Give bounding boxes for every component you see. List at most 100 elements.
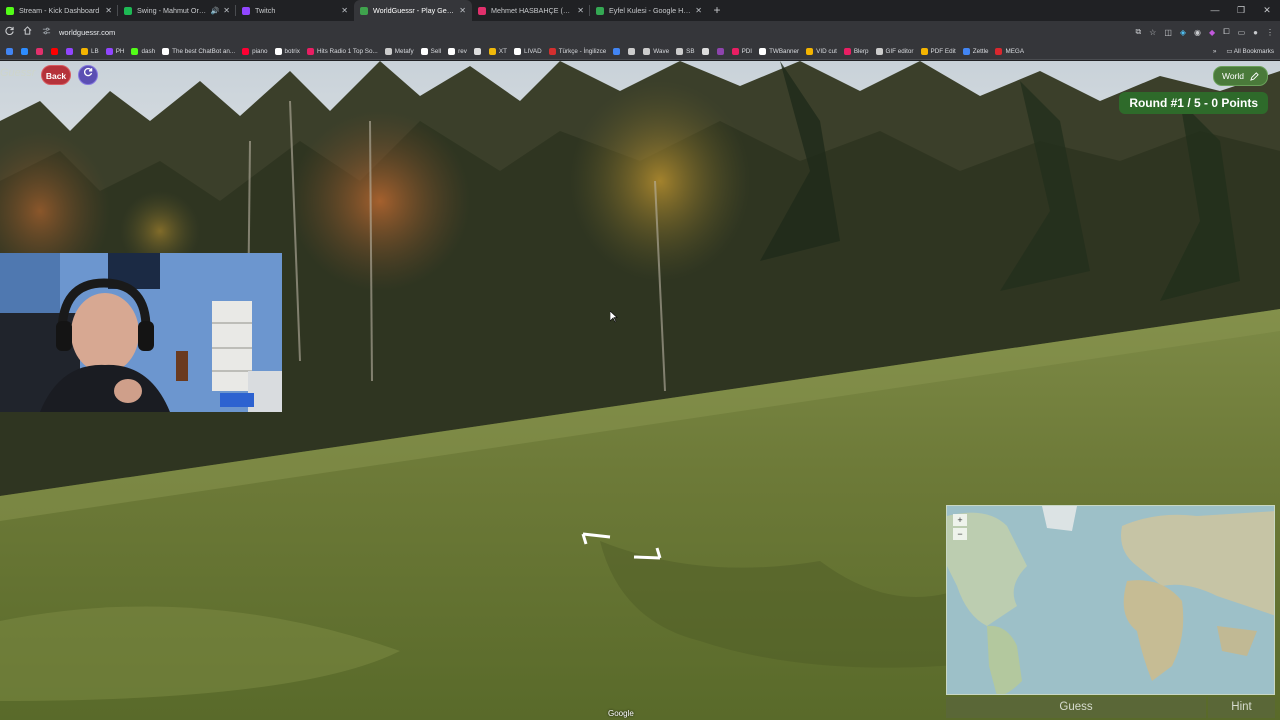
bookmark-favicon-icon: [66, 47, 73, 55]
bookmark-item[interactable]: [628, 47, 638, 55]
bookmark-item[interactable]: PH: [105, 47, 124, 55]
map-selector[interactable]: World: [1212, 66, 1268, 86]
bookmark-item[interactable]: [66, 47, 76, 55]
extension-icon[interactable]: ◈: [1180, 28, 1186, 37]
browser-tab[interactable]: WorldGuessr - Play Geoguessr ✕: [354, 0, 472, 21]
folder-icon: ▭: [1226, 48, 1233, 55]
tab-title: Swing - Mahmut Orhan Re: [137, 6, 208, 15]
extension-icon[interactable]: ◉: [1194, 28, 1201, 37]
bookmark-favicon-icon: [643, 47, 651, 55]
world-map: [947, 506, 1274, 694]
bookmark-item[interactable]: [473, 47, 484, 55]
bookmark-item[interactable]: Zettle: [962, 47, 988, 55]
home-icon[interactable]: [18, 26, 36, 38]
tab-close-button[interactable]: ✕: [577, 6, 584, 15]
bookmark-star-icon[interactable]: ☆: [1149, 28, 1156, 37]
bookmark-item[interactable]: TWBanner: [759, 47, 799, 55]
site-info-icon[interactable]: [42, 27, 51, 37]
cast-icon[interactable]: ▭: [1238, 28, 1246, 37]
browser-tab[interactable]: Stream - Kick Dashboard ✕: [0, 0, 118, 21]
bookmark-item[interactable]: Wave: [643, 47, 669, 55]
tab-close-button[interactable]: ✕: [105, 6, 112, 15]
bookmark-item[interactable]: rev: [448, 47, 467, 55]
bookmark-item[interactable]: [21, 47, 31, 55]
bookmark-label: dash: [141, 47, 156, 55]
bookmark-favicon-icon: [731, 47, 739, 55]
tab-audio-icon[interactable]: 🔊: [211, 7, 220, 15]
move-backward-arrow-icon[interactable]: [580, 531, 614, 547]
app-logo[interactable]: Guessr: [0, 67, 35, 79]
bookmark-item[interactable]: Metafy: [384, 47, 414, 55]
bookmark-item[interactable]: Türkçe - İngilizce: [548, 47, 606, 55]
bookmark-item[interactable]: SB: [676, 47, 695, 55]
all-bookmarks-button[interactable]: ▭ All Bookmarks: [1226, 48, 1274, 55]
close-window-button[interactable]: ✕: [1254, 0, 1280, 21]
bookmark-item[interactable]: piano: [242, 47, 268, 55]
bookmark-favicon-icon: [51, 47, 58, 55]
mouse-cursor-icon: [610, 311, 618, 323]
browser-tab[interactable]: Swing - Mahmut Orhan Re🔊✕: [118, 0, 236, 21]
all-bookmarks-label: All Bookmarks: [1233, 48, 1274, 55]
bookmark-item[interactable]: PDI: [731, 47, 752, 55]
bookmark-item[interactable]: Hits Radio 1 Top So...: [306, 47, 378, 55]
tab-favicon-icon: [242, 6, 250, 15]
bookmark-item[interactable]: [6, 47, 16, 55]
translate-icon[interactable]: ⧉: [1135, 27, 1141, 37]
back-button[interactable]: Back: [41, 65, 71, 85]
tab-close-button[interactable]: ✕: [341, 6, 348, 15]
bookmark-item[interactable]: [716, 47, 727, 55]
browser-tab[interactable]: Twitch ✕: [236, 0, 354, 21]
bookmark-item[interactable]: LB: [81, 47, 99, 55]
bookmark-favicon-icon: [806, 47, 814, 55]
bookmark-item[interactable]: [701, 47, 712, 55]
bookmark-item[interactable]: [613, 47, 623, 55]
bookmark-item[interactable]: LIVAD: [513, 47, 542, 55]
bookmark-item[interactable]: PDF Edit: [920, 47, 956, 55]
map-name: World: [1221, 71, 1244, 81]
profile-icon[interactable]: ●: [1253, 28, 1258, 37]
bookmark-item[interactable]: [51, 47, 61, 55]
guess-minimap[interactable]: + −: [946, 505, 1275, 695]
bookmark-item[interactable]: GIF editor: [875, 47, 914, 55]
bookmark-item[interactable]: botrix: [274, 47, 300, 55]
bookmark-item[interactable]: Blerp: [843, 47, 869, 55]
bookmark-item[interactable]: MEGA: [995, 47, 1024, 55]
bookmark-favicon-icon: [131, 47, 139, 55]
browser-tab[interactable]: Mehmet HASBAHÇE (@mhsbh ✕: [472, 0, 590, 21]
browser-tab[interactable]: Eyfel Kulesi - Google Haritalar✕: [590, 0, 708, 21]
move-forward-arrow-icon[interactable]: [630, 545, 664, 561]
guess-button[interactable]: Guess: [946, 697, 1206, 718]
minimize-button[interactable]: —: [1202, 0, 1228, 21]
street-view-panorama[interactable]: Guessr Back World Round #1 / 5 - 0 Point…: [0, 61, 1280, 720]
bookmark-item[interactable]: Sell: [420, 47, 441, 55]
tab-close-button[interactable]: ✕: [695, 6, 702, 15]
window-controls: — ❐ ✕: [1202, 0, 1280, 21]
map-zoom-out-button[interactable]: −: [953, 528, 967, 540]
address-bar[interactable]: worldguessr.com: [40, 24, 1070, 40]
extension-icon[interactable]: ◫: [1164, 28, 1172, 37]
tab-close-button[interactable]: ✕: [223, 6, 230, 15]
extensions-puzzle-icon[interactable]: ⧠: [1223, 27, 1229, 37]
bookmarks-overflow-button[interactable]: »: [1213, 48, 1217, 55]
reset-view-button[interactable]: [78, 65, 98, 85]
tab-title: Eyfel Kulesi - Google Haritalar: [609, 6, 692, 15]
reload-icon[interactable]: [0, 26, 18, 38]
bookmark-item[interactable]: VID cut: [806, 47, 837, 55]
new-tab-button[interactable]: +: [708, 0, 726, 21]
bookmark-favicon-icon: [105, 47, 113, 55]
extension-icon[interactable]: ◆: [1209, 28, 1215, 37]
bookmark-item[interactable]: [36, 47, 46, 55]
menu-kebab-icon[interactable]: ⋮: [1266, 28, 1274, 37]
map-zoom-in-button[interactable]: +: [953, 514, 967, 526]
hint-button[interactable]: Hint: [1208, 697, 1275, 718]
bookmark-favicon-icon: [6, 47, 13, 55]
bookmark-item[interactable]: XT: [488, 47, 507, 55]
bookmark-label: piano: [252, 47, 268, 55]
bookmark-favicon-icon: [306, 47, 314, 55]
bookmark-favicon-icon: [81, 47, 88, 55]
bookmark-item[interactable]: dash: [131, 47, 156, 55]
tab-close-button[interactable]: ✕: [459, 6, 466, 15]
bookmark-favicon-icon: [513, 47, 521, 55]
maximize-button[interactable]: ❐: [1228, 0, 1254, 21]
bookmark-item[interactable]: The best ChatBot an...: [162, 47, 235, 55]
